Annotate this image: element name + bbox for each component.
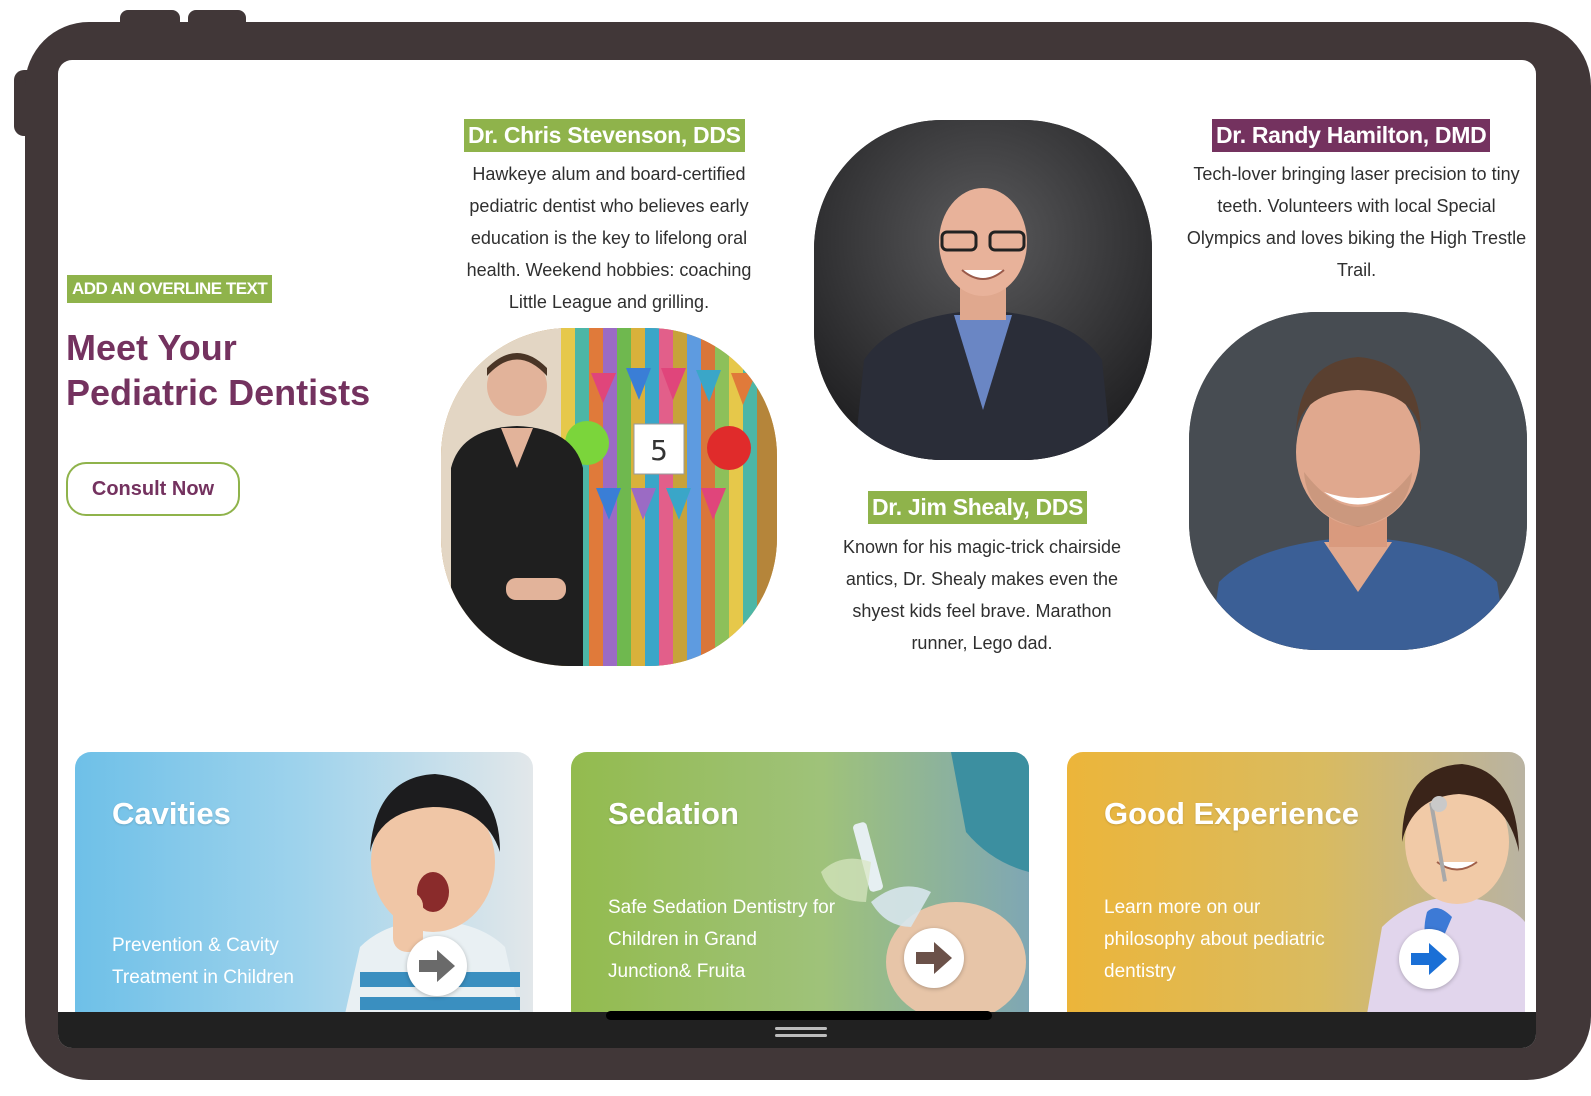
card-subtitle-cavities: Prevention & Cavity Treatment in Childre… [112, 935, 294, 988]
consult-now-button[interactable]: Consult Now [66, 462, 240, 516]
arrow-right-icon [419, 950, 455, 982]
arrow-right-icon [1411, 943, 1447, 975]
card-good-experience[interactable]: Good Experience Learn more on our philos… [1067, 752, 1525, 1014]
good-experience-arrow-button[interactable] [1399, 929, 1459, 989]
overline-text: ADD AN OVERLINE TEXT [67, 275, 273, 303]
doctor-name-stevenson: Dr. Chris Stevenson, DDS [464, 119, 745, 152]
party-sign-number: 5 [650, 434, 668, 467]
drag-handle-line-2[interactable] [775, 1034, 827, 1037]
doctor-photo-shealy [814, 120, 1152, 460]
screen: ADD AN OVERLINE TEXT Meet Your Pediatric… [58, 60, 1536, 1048]
cavities-arrow-button[interactable] [407, 936, 467, 996]
doctor-name-shealy: Dr. Jim Shealy, DDS [868, 491, 1088, 524]
doctor-name-hamilton: Dr. Randy Hamilton, DMD [1212, 119, 1491, 152]
drag-handle-line-1[interactable] [775, 1027, 827, 1030]
card-subtitle-good-experience: Learn more on our philosophy about pedia… [1104, 897, 1325, 982]
title-line-2: Pediatric Dentists [66, 372, 371, 413]
doctor-bio-hamilton: Tech-lover bringing laser precision to t… [1186, 164, 1527, 280]
doctor-photo-hamilton [1189, 312, 1527, 650]
tablet-frame: ADD AN OVERLINE TEXT Meet Your Pediatric… [25, 22, 1591, 1080]
title-line-1: Meet Your [66, 327, 237, 368]
card-title-sedation: Sedation [608, 796, 739, 831]
home-indicator[interactable] [606, 1011, 992, 1020]
doctor-bio-shealy: Known for his magic-trick chairside anti… [842, 537, 1122, 653]
portrait-illustration-shealy [814, 120, 1152, 460]
card-sedation[interactable]: Sedation Safe Sedation Dentistry for Chi… [571, 752, 1029, 1014]
portrait-illustration-hamilton [1189, 312, 1527, 650]
page-title: Meet Your Pediatric Dentists [66, 325, 370, 415]
arrow-right-icon [916, 942, 952, 974]
card-subtitle-sedation: Safe Sedation Dentistry for Children in … [608, 897, 836, 982]
card-title-cavities: Cavities [112, 796, 231, 831]
sedation-arrow-button[interactable] [904, 928, 964, 988]
card-cavities[interactable]: Cavities Prevention & Cavity Treatment i… [75, 752, 533, 1014]
party-photo-illustration: 5 [441, 328, 777, 666]
card-title-good-experience: Good Experience [1104, 796, 1359, 831]
doctor-photo-stevenson: 5 [441, 328, 777, 666]
doctor-bio-stevenson: Hawkeye alum and board-certified pediatr… [466, 164, 752, 312]
